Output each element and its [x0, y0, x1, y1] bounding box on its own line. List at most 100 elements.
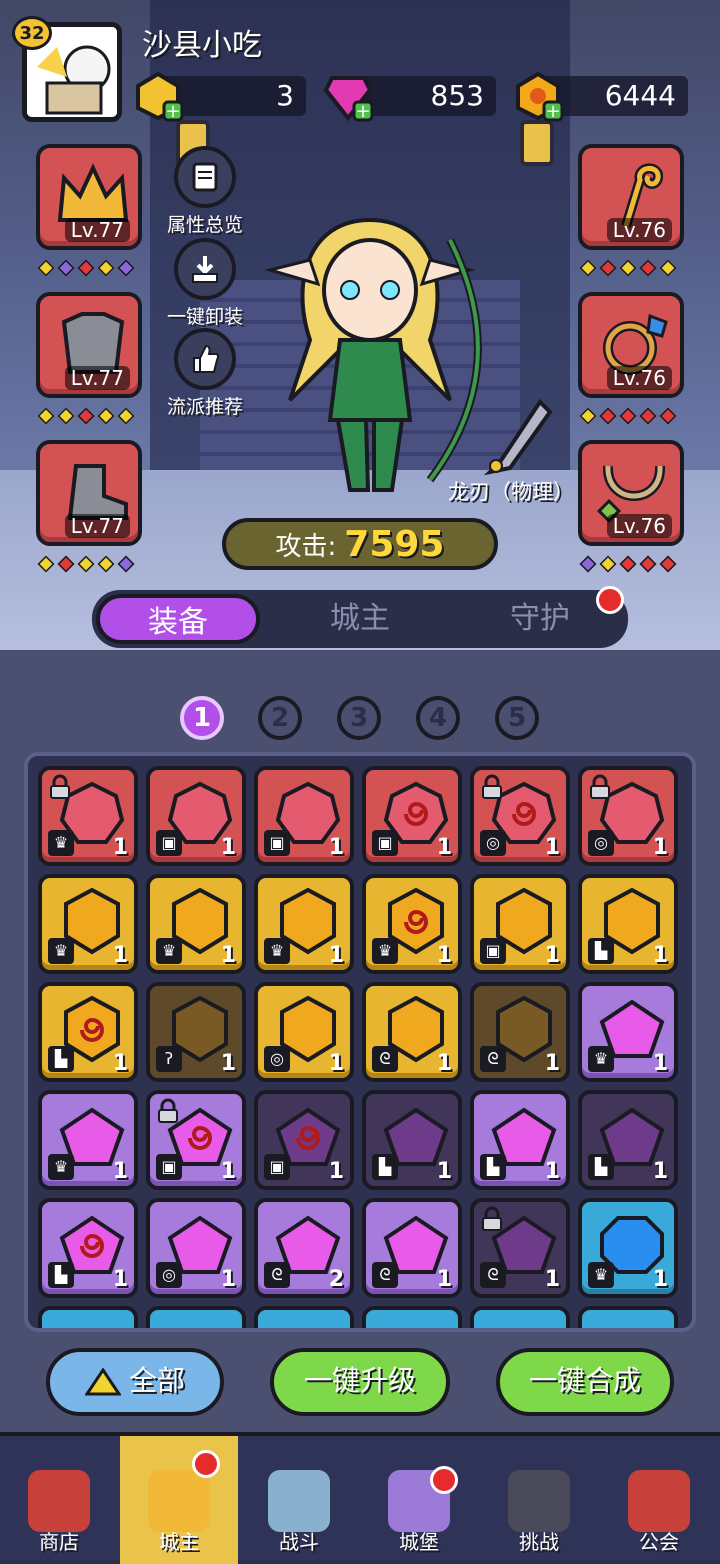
gem-slot[interactable]: [254, 1306, 354, 1328]
gem-type-icon: ♛: [48, 830, 74, 856]
gem-slot[interactable]: ♛ 1: [254, 874, 354, 974]
gem-count: 1: [112, 1159, 128, 1184]
one-click-upgrade-button[interactable]: 一键升级: [270, 1348, 450, 1416]
gem-count: 1: [436, 1267, 452, 1292]
build-recommend-button[interactable]: 流派推荐: [150, 328, 260, 419]
page-2-button[interactable]: 2: [258, 696, 302, 740]
gold-gem-plus-icon[interactable]: +: [132, 70, 184, 122]
gem-slot[interactable]: ᘓ1: [470, 982, 570, 1082]
gem-slot[interactable]: ᘓ1: [362, 982, 462, 1082]
gem-count: 1: [652, 1051, 668, 1076]
weapon-label: 龙刃（物理）: [448, 480, 574, 504]
gem-slot[interactable]: ♛ 1: [146, 874, 246, 974]
nav-guild[interactable]: 公会: [600, 1436, 718, 1564]
gem-slot[interactable]: ◎ 1: [470, 766, 570, 866]
slot-ring[interactable]: Lv.76: [578, 292, 684, 398]
lock-icon: [482, 1206, 502, 1231]
gem-slot[interactable]: ▣ 1: [254, 1090, 354, 1190]
nav-label: 城堡: [399, 1530, 439, 1554]
player-level-badge: 32: [12, 16, 52, 50]
gem-slot[interactable]: ᘓ2: [254, 1198, 354, 1298]
gem-slot[interactable]: ▙ 1: [578, 874, 678, 974]
gem-type-icon: ♛: [156, 938, 182, 964]
coin-plus-icon[interactable]: +: [512, 70, 564, 122]
gem-count: 1: [544, 943, 560, 968]
gem-type-icon: ▣: [156, 1154, 182, 1180]
gem-type-icon: ▣: [156, 830, 182, 856]
nav-lord[interactable]: 城主: [120, 1436, 238, 1564]
gem-count: 1: [328, 943, 344, 968]
one-click-unequip-button[interactable]: 一键卸装: [150, 238, 260, 329]
slot-staff[interactable]: Lv.76: [578, 144, 684, 250]
gem-slot[interactable]: ◎ 1: [578, 766, 678, 866]
gem-slot[interactable]: ♛ 1: [38, 1090, 138, 1190]
tab-bar: 装备 城主 守护: [92, 590, 628, 648]
slot-level: Lv.76: [606, 218, 672, 242]
nav-battle[interactable]: 战斗: [240, 1436, 358, 1564]
slot-necklace-gems: [579, 555, 677, 573]
gem-slot[interactable]: ◎ 1: [146, 1198, 246, 1298]
attribute-overview-button[interactable]: 属性总览: [150, 146, 260, 237]
nav-castle[interactable]: 城堡: [360, 1436, 478, 1564]
nav-challenge[interactable]: 挑战: [480, 1436, 598, 1564]
gem-slot[interactable]: [38, 1306, 138, 1328]
nav-shop[interactable]: 商店: [0, 1436, 118, 1564]
gem-count: 1: [436, 1159, 452, 1184]
svg-text:+: +: [545, 101, 560, 122]
gem-type-icon: ♛: [588, 1046, 614, 1072]
page-3-button[interactable]: 3: [337, 696, 381, 740]
slot-necklace[interactable]: Lv.76: [578, 440, 684, 546]
gem-slot[interactable]: ♛ 1: [578, 982, 678, 1082]
page-1-button[interactable]: 1: [180, 696, 224, 740]
challenge-icon: [508, 1470, 570, 1532]
gem-type-icon: ◎: [588, 830, 614, 856]
gem-slot[interactable]: ᘓ1: [470, 1198, 570, 1298]
dragon-blade-icon[interactable]: [470, 392, 560, 482]
gem-slot[interactable]: ▙ 1: [38, 982, 138, 1082]
gem-slot[interactable]: ◎ 1: [254, 982, 354, 1082]
gem-slot[interactable]: ▙ 1: [470, 1090, 570, 1190]
gem-slot[interactable]: [578, 1306, 678, 1328]
slot-armor[interactable]: Lv.77: [36, 292, 142, 398]
nav-label: 战斗: [279, 1530, 319, 1554]
page-5-button[interactable]: 5: [495, 696, 539, 740]
slot-ring-gems: [579, 407, 677, 425]
slot-boot[interactable]: Lv.77: [36, 440, 142, 546]
gem-slot[interactable]: ▣ 1: [254, 766, 354, 866]
gem-slot[interactable]: ▣ 1: [146, 766, 246, 866]
gem-count: 1: [544, 1051, 560, 1076]
slot-crown[interactable]: Lv.77: [36, 144, 142, 250]
tab-lord[interactable]: 城主: [280, 590, 440, 648]
gem-count: 1: [112, 1267, 128, 1292]
gem-count: 1: [652, 943, 668, 968]
gem-slot[interactable]: [362, 1306, 462, 1328]
gem-slot[interactable]: ▙ 1: [578, 1090, 678, 1190]
gem-slot[interactable]: ▣ 1: [470, 874, 570, 974]
slot-level: Lv.77: [64, 218, 130, 242]
gem-slot[interactable]: ▣ 1: [146, 1090, 246, 1190]
gem-slot[interactable]: ♛ 1: [362, 874, 462, 974]
gem-slot[interactable]: ᘓ1: [362, 1198, 462, 1298]
gem-type-icon: ♛: [48, 938, 74, 964]
gem-slot[interactable]: ♛ 1: [38, 874, 138, 974]
gem-slot[interactable]: ♛ 1: [578, 1198, 678, 1298]
guard-notification-dot: [596, 586, 624, 614]
gem-slot[interactable]: [470, 1306, 570, 1328]
gem-type-icon: ʔ: [156, 1046, 182, 1072]
gem-slot[interactable]: ▙ 1: [38, 1198, 138, 1298]
tab-equipment[interactable]: 装备: [96, 594, 260, 644]
gem-slot[interactable]: ▣ 1: [362, 766, 462, 866]
hero-character[interactable]: [250, 200, 490, 500]
gem-slot[interactable]: ʔ1: [146, 982, 246, 1082]
filter-all-button[interactable]: 全部: [46, 1348, 224, 1416]
gem-slot[interactable]: ♛ 1: [38, 766, 138, 866]
pink-diamond-plus-icon[interactable]: +: [322, 70, 374, 122]
gem-count: 1: [544, 835, 560, 860]
one-click-merge-button[interactable]: 一键合成: [496, 1348, 674, 1416]
guild-icon: [628, 1470, 690, 1532]
gem-type-icon: ▙: [372, 1154, 398, 1180]
gem-slot[interactable]: ▙ 1: [362, 1090, 462, 1190]
gem-slot[interactable]: [146, 1306, 246, 1328]
gem-count: 1: [112, 1051, 128, 1076]
page-4-button[interactable]: 4: [416, 696, 460, 740]
